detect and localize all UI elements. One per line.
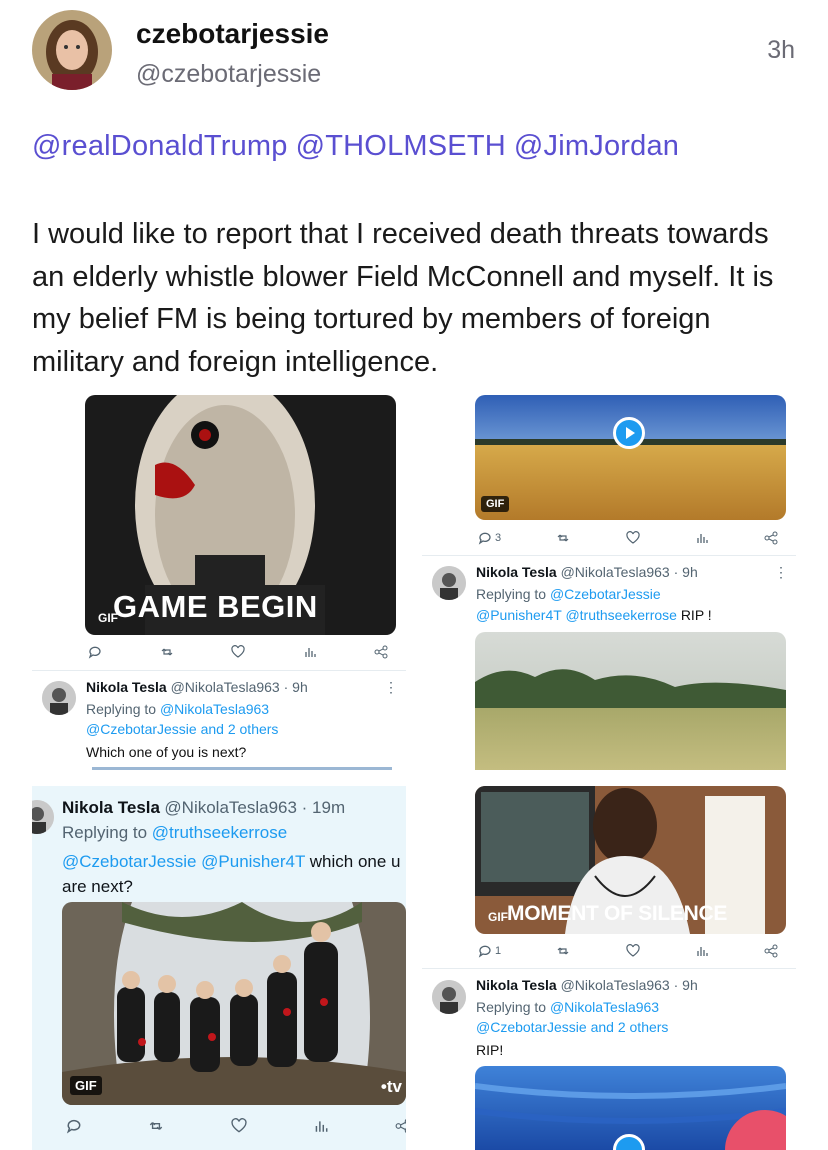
replying-prefix: Replying to bbox=[86, 701, 157, 717]
reply-icon[interactable] bbox=[66, 1118, 82, 1134]
reply-icon[interactable]: 1 bbox=[478, 944, 501, 958]
replying-line: Replying to @truthseekerrose bbox=[62, 823, 287, 843]
replying-line-2: @Punisher4T @truthseekerrose RIP ! bbox=[476, 607, 712, 623]
divider bbox=[422, 968, 796, 969]
video-media[interactable] bbox=[475, 632, 786, 770]
tweet-meta: @NikolaTesla963 · 9h bbox=[560, 977, 698, 993]
tweet-text: Which one of you is next? bbox=[86, 744, 247, 760]
reply-handle-link[interactable]: @Punisher4T @truthseekerrose bbox=[476, 607, 677, 623]
reply-count: 1 bbox=[495, 945, 502, 957]
avatar[interactable] bbox=[32, 10, 112, 90]
reply-count: 3 bbox=[495, 532, 502, 544]
action-bar bbox=[88, 645, 388, 659]
tweet-meta: @NikolaTesla963 · 19m bbox=[164, 798, 346, 817]
more-icon[interactable]: ⋮ bbox=[384, 679, 398, 696]
tweet-text: RIP ! bbox=[680, 607, 712, 623]
views-icon[interactable] bbox=[695, 531, 709, 545]
replying-line: Replying to @NikolaTesla963 bbox=[476, 999, 659, 1015]
like-icon[interactable] bbox=[625, 531, 640, 545]
post-timestamp: 3h bbox=[767, 36, 795, 64]
tweet-header: Nikola Tesla @NikolaTesla963 · 9h bbox=[476, 564, 698, 580]
screenshot-reply-grave: Nikola Tesla @NikolaTesla963 · 19m Reply… bbox=[32, 786, 406, 1150]
replying-prefix: Replying to bbox=[476, 999, 547, 1015]
screenshot-moment-of-silence: GIF MOMENT OF SILENCE 1 Nikola Tesla @Ni… bbox=[422, 786, 796, 1150]
share-icon[interactable] bbox=[764, 531, 778, 545]
reply-handle-link[interactable]: @NikolaTesla963 bbox=[550, 999, 659, 1015]
tweet-header: Nikola Tesla @NikolaTesla963 · 9h bbox=[86, 679, 308, 695]
views-icon[interactable] bbox=[303, 645, 317, 659]
avatar[interactable] bbox=[432, 980, 466, 1014]
avatar[interactable] bbox=[432, 566, 466, 600]
reply-handle-link[interactable]: @CzebotarJessie @Punisher4T bbox=[62, 852, 305, 871]
share-icon[interactable] bbox=[764, 944, 778, 958]
tv-watermark: •tv bbox=[380, 1077, 402, 1096]
like-icon[interactable] bbox=[231, 645, 245, 659]
tweet-author[interactable]: Nikola Tesla bbox=[86, 679, 167, 695]
reply-handle-link[interactable]: @CzebotarJessie and 2 others bbox=[86, 721, 278, 737]
views-icon[interactable] bbox=[313, 1118, 329, 1134]
retweet-icon[interactable] bbox=[556, 944, 570, 958]
tweet-header: Nikola Tesla @NikolaTesla963 · 19m bbox=[62, 798, 345, 818]
tweet-author[interactable]: Nikola Tesla bbox=[62, 798, 160, 817]
screenshot-wheat-field: GIF 3 Nikola Tesla @NikolaTesla963 · 9h … bbox=[422, 395, 796, 770]
reply-handle-link[interactable]: @CzebotarJessie and 2 others bbox=[476, 1019, 668, 1035]
tweet-meta: @NikolaTesla963 · 9h bbox=[560, 564, 698, 580]
tweet-author[interactable]: Nikola Tesla bbox=[476, 977, 557, 993]
reply-handle-link[interactable]: @truthseekerrose bbox=[152, 823, 287, 842]
action-bar: 3 bbox=[478, 531, 778, 545]
gif-caption: MOMENT OF SILENCE bbox=[507, 902, 728, 925]
replying-line: Replying to @NikolaTesla963 bbox=[86, 701, 269, 717]
tweet-header: Nikola Tesla @NikolaTesla963 · 9h bbox=[476, 977, 698, 993]
post-body: I would like to report that I received d… bbox=[32, 218, 774, 378]
avatar[interactable] bbox=[32, 800, 54, 834]
gif-badge: GIF bbox=[481, 496, 510, 512]
video-media[interactable] bbox=[475, 1066, 786, 1150]
action-bar bbox=[66, 1118, 406, 1134]
gif-media[interactable]: GIF GAME BEGIN bbox=[85, 395, 396, 635]
retweet-icon[interactable] bbox=[556, 531, 570, 545]
mention-link[interactable]: @JimJordan bbox=[514, 130, 679, 162]
gif-media[interactable]: GIF MOMENT OF SILENCE bbox=[475, 786, 786, 934]
reply-handle-link[interactable]: @NikolaTesla963 bbox=[160, 701, 269, 717]
share-icon[interactable] bbox=[374, 645, 388, 659]
play-icon[interactable] bbox=[613, 417, 645, 449]
replying-prefix: Replying to bbox=[476, 586, 547, 602]
reply-icon[interactable] bbox=[88, 645, 102, 659]
replying-prefix: Replying to bbox=[62, 823, 148, 842]
share-icon[interactable] bbox=[395, 1118, 406, 1134]
retweet-icon[interactable] bbox=[148, 1118, 164, 1134]
mention-link[interactable]: @realDonaldTrump bbox=[32, 130, 288, 162]
media-peek bbox=[92, 767, 392, 770]
reply-handle-link[interactable]: @CzebotarJessie bbox=[550, 586, 661, 602]
replying-line: Replying to @CzebotarJessie bbox=[476, 586, 661, 602]
gif-badge: GIF bbox=[70, 1076, 102, 1095]
like-icon[interactable] bbox=[230, 1118, 247, 1134]
gif-caption: GAME BEGIN bbox=[113, 589, 318, 624]
avatar[interactable] bbox=[42, 681, 76, 715]
screenshot-game-begin: GIF GAME BEGIN Nikola Tesla @NikolaTesla… bbox=[32, 395, 406, 770]
retweet-icon[interactable] bbox=[160, 645, 174, 659]
tweet-meta: @NikolaTesla963 · 9h bbox=[170, 679, 308, 695]
mention-link[interactable]: @THOLMSETH bbox=[296, 130, 506, 162]
gif-media[interactable]: GIF •tv bbox=[62, 902, 406, 1105]
more-icon[interactable]: ⋮ bbox=[774, 564, 788, 581]
display-name[interactable]: czebotarjessie bbox=[136, 18, 329, 50]
views-icon[interactable] bbox=[695, 944, 709, 958]
divider bbox=[422, 555, 796, 556]
tweet-author[interactable]: Nikola Tesla bbox=[476, 564, 557, 580]
gif-media[interactable]: GIF bbox=[475, 395, 786, 520]
mentions: @realDonaldTrump @THOLMSETH @JimJordan bbox=[32, 130, 687, 163]
divider bbox=[32, 670, 406, 671]
action-bar: 1 bbox=[478, 944, 778, 958]
reply-icon[interactable]: 3 bbox=[478, 531, 501, 545]
like-icon[interactable] bbox=[625, 944, 640, 958]
tweet-text: RIP! bbox=[476, 1042, 504, 1058]
user-handle[interactable]: @czebotarjessie bbox=[136, 60, 321, 89]
reply-body: @CzebotarJessie @Punisher4T which one u … bbox=[62, 849, 406, 899]
